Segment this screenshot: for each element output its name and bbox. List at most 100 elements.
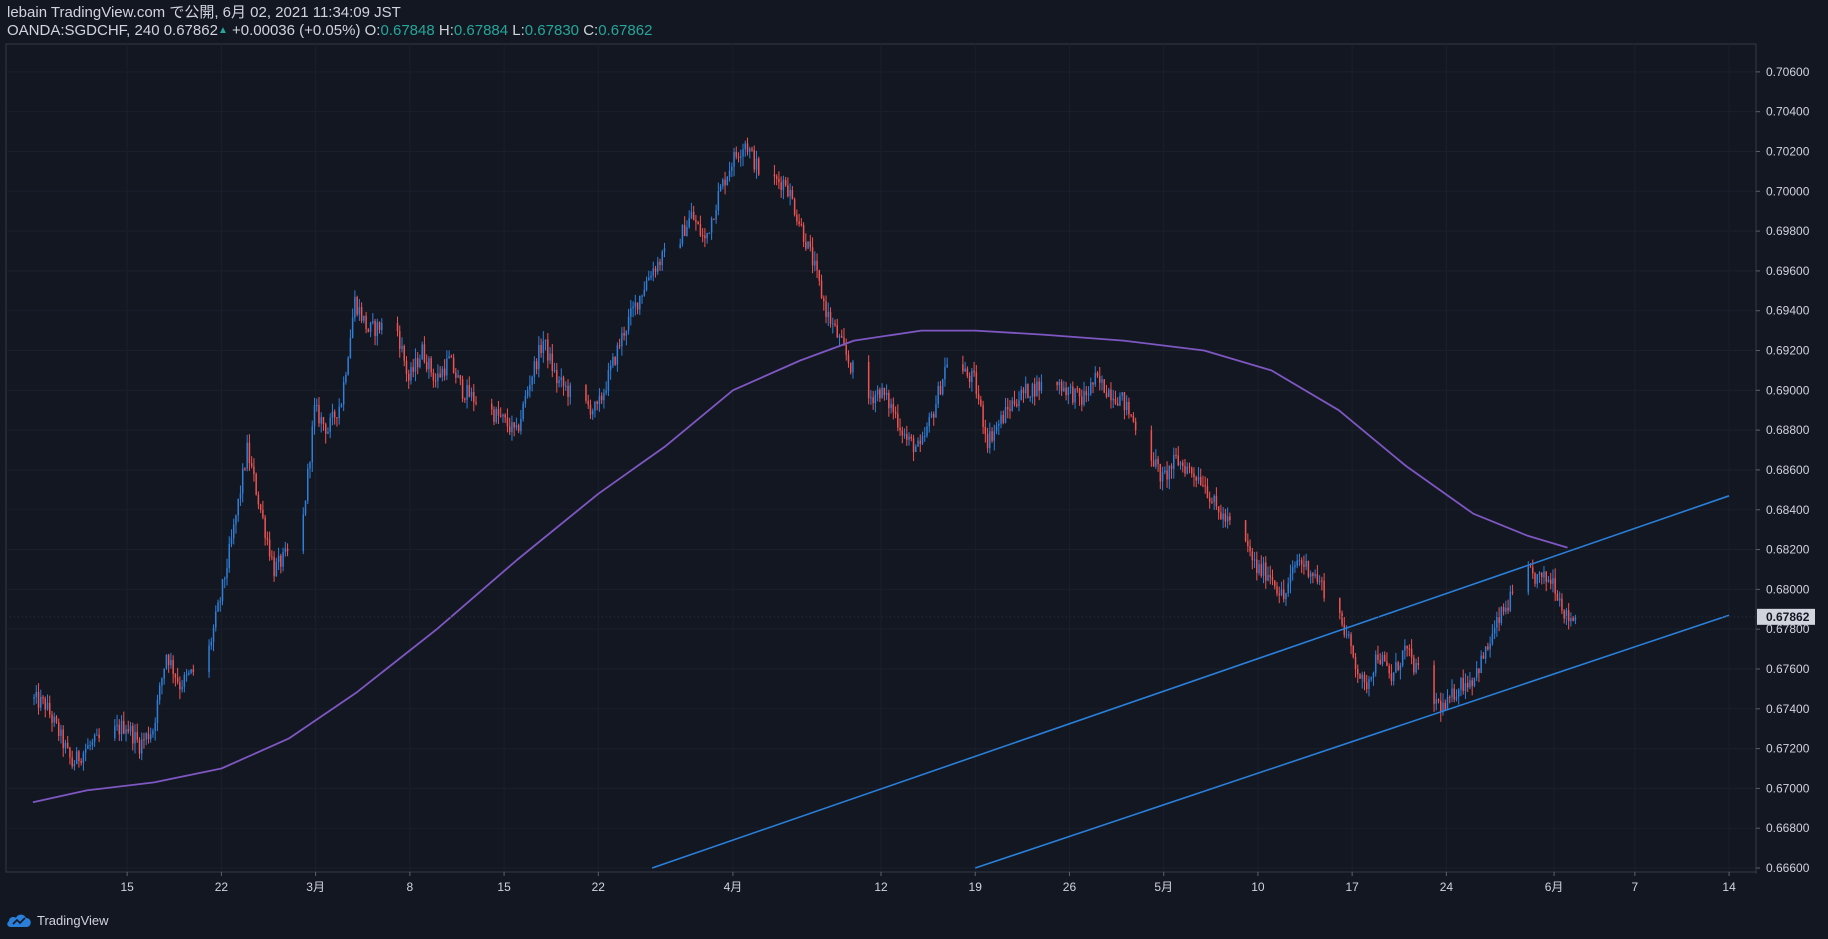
candle-body (1186, 466, 1188, 474)
candle-body (1383, 654, 1386, 662)
candle-body (1253, 559, 1256, 561)
candle-body (1368, 679, 1370, 689)
x-tick-label: 24 (1440, 880, 1454, 894)
candle-body (1289, 573, 1292, 584)
tradingview-brand[interactable]: TradingView (6, 910, 109, 930)
candle-body (1285, 593, 1287, 600)
candle-body (143, 739, 145, 741)
candle-body (1206, 486, 1209, 498)
candle-body (704, 235, 706, 239)
candle-body (529, 384, 531, 391)
candle-body (219, 601, 222, 603)
candle-body (98, 734, 100, 739)
candle-body (1300, 560, 1303, 565)
y-tick-label: 0.67600 (1766, 662, 1810, 676)
candle-body (616, 345, 619, 365)
candle-body (320, 417, 322, 424)
candle-body (304, 500, 307, 515)
y-tick-label: 0.68800 (1766, 423, 1810, 437)
candle-body (1076, 388, 1079, 390)
candle-body (1291, 567, 1294, 574)
candle-body (906, 434, 908, 440)
candle-body (259, 504, 262, 510)
candle-body (1446, 696, 1449, 710)
candle-body (652, 268, 655, 276)
candle-body (60, 729, 62, 736)
candle-body (452, 357, 455, 373)
candle-body (1125, 401, 1128, 411)
candle-body (971, 370, 973, 383)
candle-body (1269, 575, 1272, 578)
candle-body (544, 339, 547, 341)
candle-body (982, 405, 984, 427)
candle-body (796, 214, 798, 222)
price-axis[interactable]: 0.70600 0.70400 0.70200 0.70000 0.69800 0.696… (1755, 44, 1810, 875)
candle-body (1415, 663, 1417, 673)
candle-body (1406, 645, 1408, 649)
candle-body (558, 380, 560, 384)
candle-body (318, 404, 320, 424)
candle-body (1040, 381, 1043, 391)
candle-body (591, 410, 594, 415)
candle-body (490, 403, 493, 410)
candle-body (944, 367, 946, 380)
candle-body (726, 176, 729, 186)
candle-body (618, 345, 621, 347)
candle-body (598, 395, 601, 404)
candle-body (1060, 381, 1063, 392)
candle-body (695, 220, 697, 223)
candle-body (1408, 648, 1411, 650)
candle-body (852, 361, 854, 373)
candle-body (1294, 565, 1296, 568)
candle-body (1123, 392, 1126, 411)
candle-body (612, 356, 614, 366)
candle-body (1484, 646, 1487, 659)
candle-body (789, 189, 791, 197)
candle-body (1208, 497, 1211, 502)
candle-body (1538, 572, 1541, 575)
candle-body (253, 466, 255, 474)
candle-body (520, 418, 522, 432)
candle-body (1204, 485, 1206, 487)
candle-body (434, 380, 437, 382)
candle-body (497, 409, 500, 416)
candle-body (663, 248, 666, 252)
candle-body (1211, 501, 1213, 503)
candle-body (798, 221, 800, 225)
candle-body (1478, 668, 1480, 674)
candle-body (96, 734, 98, 736)
candle-body (1437, 699, 1440, 701)
candle-body (232, 524, 235, 539)
candle-body (679, 243, 681, 249)
candle-body (1031, 383, 1034, 398)
brand-label: TradingView (37, 912, 109, 928)
candle-body (542, 340, 545, 354)
candle-body (1464, 682, 1467, 692)
candle-body (367, 328, 370, 332)
candle-body (280, 555, 282, 567)
candle-body (46, 702, 49, 710)
candle-body (493, 409, 495, 423)
candle-body (535, 361, 538, 370)
y-tick-label: 0.68600 (1766, 463, 1810, 477)
candle-body (1363, 674, 1366, 683)
candle-body (827, 311, 830, 318)
candle-body (816, 260, 818, 271)
candle-body (149, 734, 152, 740)
candle-body (1392, 672, 1395, 681)
candle-body (1469, 680, 1471, 688)
candle-body (603, 392, 605, 401)
y-tick-label: 0.68200 (1766, 543, 1810, 557)
candle-body (511, 422, 513, 433)
candle-body (538, 345, 540, 370)
candle-body (215, 611, 217, 628)
candlestick-chart[interactable]: 0.70600 0.70400 0.70200 0.70000 0.69800 0.696… (0, 0, 1828, 939)
candle-body (605, 390, 607, 393)
candle-body (410, 367, 412, 381)
candle-body (208, 645, 210, 673)
candle-body (459, 375, 462, 380)
candle-body (1013, 400, 1016, 405)
candle-body (329, 417, 331, 432)
time-axis[interactable]: 15 22 3月 8 15 22 4月 12 19 26 5月 10 17 24 6月 7 14 (6, 871, 1756, 894)
candle-body (995, 425, 998, 432)
